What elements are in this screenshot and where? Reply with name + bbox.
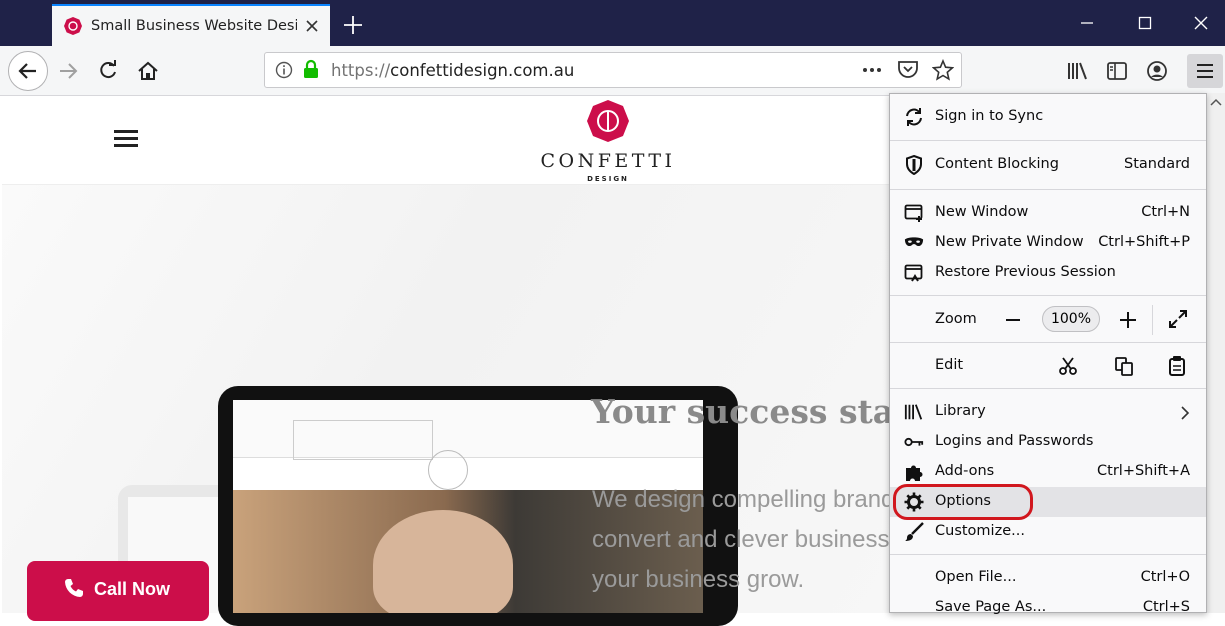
account-icon — [1147, 61, 1167, 81]
lock-icon[interactable] — [302, 59, 320, 83]
hero-body-line: We design compelling brand — [592, 486, 895, 513]
hero-body-line: your business grow. — [592, 566, 805, 593]
forward-arrow-icon — [60, 63, 78, 79]
paste-icon[interactable] — [1168, 355, 1186, 381]
paintbrush-icon — [904, 522, 924, 542]
options-highlight-annotation — [893, 484, 1033, 520]
menu-item-sign-in[interactable]: Sign in to Sync — [890, 102, 1206, 132]
menu-item-label: New Private Window — [935, 234, 1084, 250]
sync-icon — [904, 107, 924, 127]
private-mask-icon — [904, 233, 924, 253]
url-scheme: https:// — [331, 61, 391, 80]
menu-item-shortcut: Ctrl+Shift+A — [1097, 463, 1190, 479]
brand-name: CONFETTI — [540, 150, 676, 172]
url-domain: confettidesign.com.au — [390, 61, 575, 80]
hero-headline: Your success star — [591, 392, 912, 431]
menu-item-save-page[interactable]: Save Page As... Ctrl+S — [890, 593, 1206, 623]
phone-icon — [65, 579, 83, 597]
scrollbar[interactable] — [1207, 93, 1225, 613]
menu-item-shortcut: Ctrl+N — [1141, 204, 1190, 220]
page-actions-icon[interactable] — [861, 61, 883, 83]
menu-item-library[interactable]: Library — [890, 397, 1206, 427]
fullscreen-icon[interactable] — [1168, 309, 1188, 333]
info-icon[interactable] — [275, 61, 293, 83]
hero-body-line: convert and clever business — [592, 526, 890, 553]
chevron-right-icon — [1180, 405, 1190, 424]
menu-item-shortcut: Ctrl+O — [1140, 569, 1190, 585]
site-logo-icon[interactable] — [586, 99, 630, 143]
pocket-icon[interactable] — [897, 60, 919, 84]
sidebar-button[interactable] — [1104, 58, 1130, 84]
menu-item-label: Logins and Passwords — [935, 433, 1094, 449]
menu-item-label: Library — [935, 403, 986, 419]
puzzle-piece-icon — [904, 462, 924, 482]
menu-item-label: New Window — [935, 204, 1029, 220]
menu-item-label: Zoom — [935, 311, 977, 327]
menu-item-label: Edit — [935, 357, 964, 373]
home-button[interactable] — [135, 58, 161, 84]
close-window-icon[interactable] — [1192, 14, 1210, 32]
menu-item-content-blocking[interactable]: Content Blocking Standard — [890, 150, 1206, 180]
menu-item-label: Content Blocking — [935, 156, 1059, 172]
brand-subtitle: DESIGN — [587, 175, 629, 183]
url-text: https://confettidesign.com.au — [331, 61, 574, 80]
minimize-icon[interactable] — [1078, 14, 1096, 32]
zoom-out-icon[interactable] — [1004, 310, 1022, 334]
menu-item-logins[interactable]: Logins and Passwords — [890, 427, 1206, 457]
reload-button[interactable] — [95, 58, 121, 84]
back-arrow-icon — [18, 63, 36, 79]
close-tab-icon[interactable] — [302, 16, 322, 36]
site-favicon-icon — [64, 17, 82, 39]
library-button[interactable] — [1064, 58, 1090, 84]
scroll-up-icon[interactable] — [1207, 95, 1225, 111]
call-now-label: Call Now — [94, 579, 171, 599]
menu-item-label: Sign in to Sync — [935, 108, 1044, 124]
forward-button[interactable] — [55, 58, 81, 84]
url-bar[interactable]: https://confettidesign.com.au — [264, 52, 962, 88]
menu-item-new-window[interactable]: New Window Ctrl+N — [890, 198, 1206, 228]
menu-item-restore-session[interactable]: Restore Previous Session — [890, 258, 1206, 288]
content-blocking-value: Standard — [1124, 156, 1190, 172]
menu-item-edit: Edit — [890, 351, 1206, 381]
new-tab-icon[interactable] — [342, 14, 364, 36]
maximize-icon[interactable] — [1136, 14, 1154, 32]
menu-item-addons[interactable]: Add-ons Ctrl+Shift+A — [890, 457, 1206, 487]
menu-item-label: Open File... — [935, 569, 1017, 585]
menu-item-open-file[interactable]: Open File... Ctrl+O — [890, 563, 1206, 593]
shield-icon — [904, 155, 924, 175]
menu-item-label: Customize... — [935, 523, 1025, 539]
menu-item-shortcut: Ctrl+Shift+P — [1098, 234, 1190, 250]
library-icon — [904, 402, 924, 422]
menu-item-label: Restore Previous Session — [935, 264, 1116, 280]
restore-session-icon — [904, 263, 924, 283]
tab-active[interactable]: Small Business Website Design — [52, 4, 330, 46]
library-icon — [1068, 62, 1087, 80]
new-window-icon — [904, 203, 924, 223]
account-button[interactable] — [1144, 58, 1170, 84]
menu-item-zoom: Zoom 100% — [890, 305, 1206, 335]
open-menu-button[interactable] — [1187, 54, 1223, 88]
menu-item-customize[interactable]: Customize... — [890, 517, 1206, 547]
app-menu-panel: Sign in to Sync Content Blocking Standar… — [889, 93, 1207, 615]
menu-item-label: Add-ons — [935, 463, 995, 479]
hamburger-menu-icon — [1197, 64, 1213, 78]
tab-title: Small Business Website Design — [91, 18, 297, 34]
reload-icon — [100, 60, 116, 79]
call-now-button[interactable]: Call Now — [27, 561, 209, 621]
copy-icon[interactable] — [1114, 356, 1134, 380]
key-icon — [904, 432, 924, 452]
menu-item-new-private-window[interactable]: New Private Window Ctrl+Shift+P — [890, 228, 1206, 258]
bookmark-star-icon[interactable] — [931, 58, 955, 85]
back-button[interactable] — [8, 51, 48, 91]
navigation-toolbar: https://confettidesign.com.au — [0, 46, 1225, 96]
site-menu-icon[interactable] — [114, 130, 138, 150]
zoom-reset-button[interactable]: 100% — [1042, 306, 1100, 332]
sidebar-icon — [1107, 62, 1127, 80]
cut-icon[interactable] — [1058, 356, 1078, 380]
home-icon — [138, 61, 158, 80]
zoom-in-icon[interactable] — [1118, 310, 1138, 334]
